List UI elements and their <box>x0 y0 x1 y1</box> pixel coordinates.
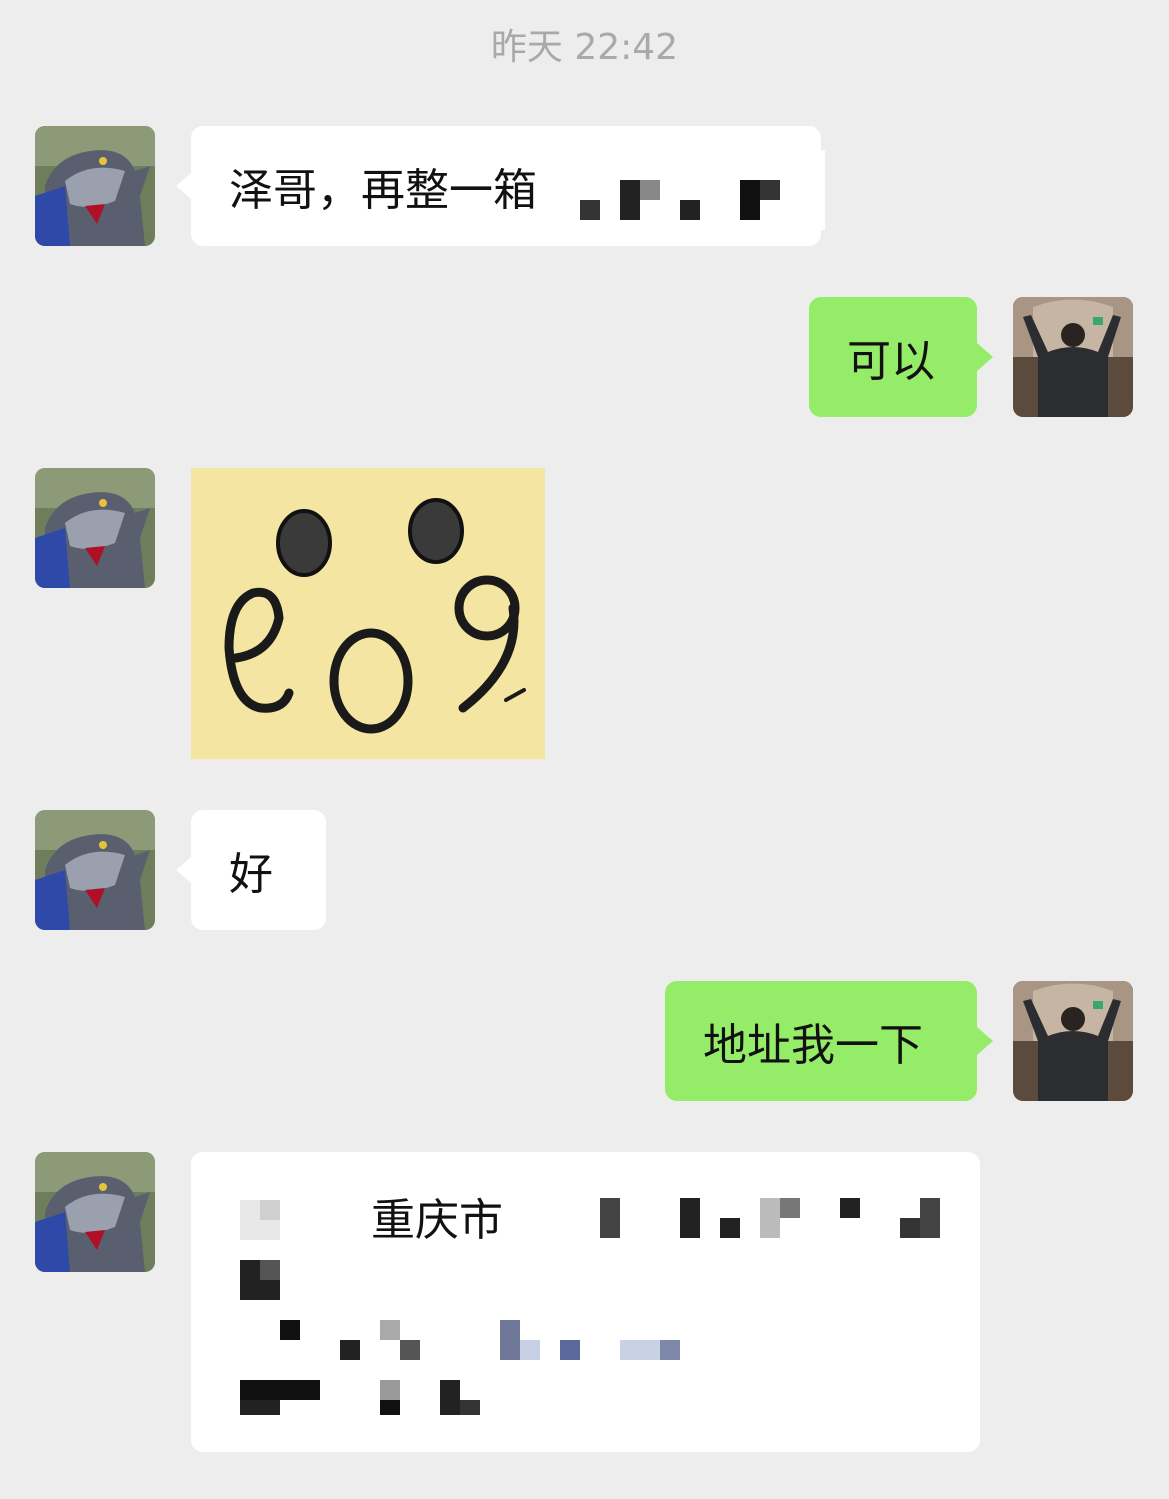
bubble-tail <box>176 856 192 884</box>
pixelated-redaction <box>640 180 660 200</box>
pixelated-redaction <box>680 1198 700 1238</box>
pixelated-redaction <box>380 1400 400 1415</box>
pixelated-redaction <box>620 1340 660 1360</box>
bubble-tail <box>977 1027 993 1055</box>
my-avatar-icon[interactable] <box>1013 981 1133 1101</box>
message-text: 地址我一下 <box>703 1020 923 1071</box>
message-text: 可以 <box>847 336 935 387</box>
sticker-image[interactable] <box>191 468 545 759</box>
message-bubble-outgoing[interactable]: 可以 <box>809 297 977 417</box>
pixelated-redaction <box>520 1340 540 1360</box>
pixelated-redaction <box>760 1198 780 1238</box>
pixelated-redaction <box>840 1198 860 1218</box>
message-text: 泽哥，再整一箱 <box>229 165 537 216</box>
contact-avatar-icon[interactable] <box>35 126 155 246</box>
pixelated-redaction <box>280 1320 300 1340</box>
pixelated-redaction <box>900 1218 920 1238</box>
pixelated-redaction <box>500 1320 520 1360</box>
pixelated-redaction <box>380 1320 400 1340</box>
pixelated-redaction <box>780 1198 800 1218</box>
pixelated-redaction <box>560 1340 580 1360</box>
pixelated-redaction <box>680 200 700 220</box>
pixelated-redaction <box>240 1380 320 1400</box>
message-text: 重庆市 <box>371 1195 503 1246</box>
pixelated-redaction <box>260 1200 280 1220</box>
contact-avatar-icon[interactable] <box>35 468 155 588</box>
pixelated-redaction <box>460 1400 480 1415</box>
pixelated-redaction <box>400 1340 420 1360</box>
pixelated-redaction <box>600 1198 620 1238</box>
pixelated-redaction <box>260 1260 280 1280</box>
message-bubble-incoming[interactable]: 重庆市 <box>191 1152 980 1452</box>
message-bubble-incoming[interactable]: 好 <box>191 810 326 930</box>
pixelated-redaction <box>720 1218 740 1238</box>
pixelated-redaction <box>340 1340 360 1360</box>
pixelated-redaction <box>920 1198 940 1238</box>
bubble-tail <box>977 343 993 371</box>
contact-avatar-icon[interactable] <box>35 810 155 930</box>
pixelated-redaction <box>580 200 600 220</box>
sticker-eo9-icon <box>191 468 545 759</box>
pixelated-redaction <box>760 180 780 200</box>
contact-avatar-icon[interactable] <box>35 1152 155 1272</box>
chat-timestamp: 昨天 22:42 <box>490 27 679 68</box>
pixelated-redaction <box>380 1380 400 1400</box>
pixelated-redaction <box>740 180 760 220</box>
message-bubble-outgoing[interactable]: 地址我一下 <box>665 981 977 1101</box>
message-text: 好 <box>229 849 273 900</box>
pixelated-redaction <box>620 180 640 220</box>
my-avatar-icon[interactable] <box>1013 297 1133 417</box>
bubble-tail <box>176 172 192 200</box>
pixelated-redaction <box>240 1400 280 1415</box>
pixelated-redaction <box>660 1340 680 1360</box>
pixelated-redaction <box>440 1380 460 1415</box>
